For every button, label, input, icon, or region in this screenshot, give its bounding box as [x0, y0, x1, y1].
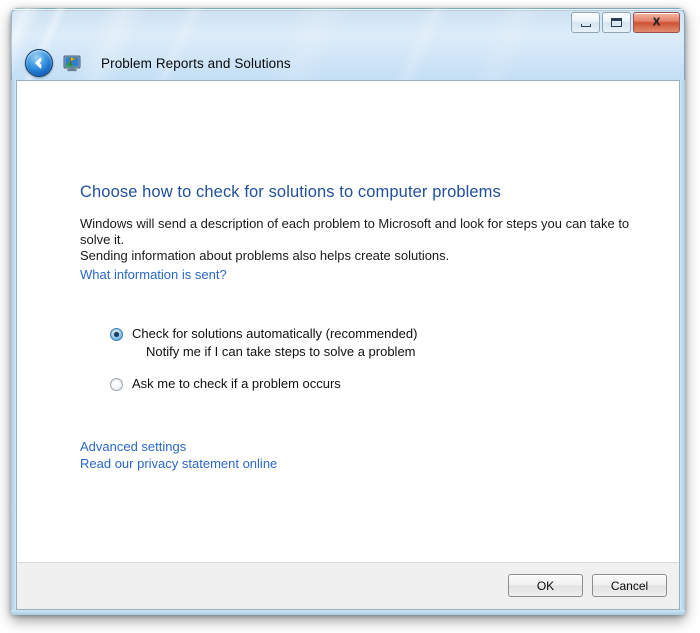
title-bar: Problem Reports and Solutions [11, 42, 685, 84]
back-arrow-icon [35, 57, 42, 69]
dialog-footer: OK Cancel [17, 562, 679, 609]
description-line-2: Sending information about problems also … [80, 248, 450, 263]
minimize-icon [572, 13, 599, 32]
radio-automatic-input[interactable] [110, 328, 123, 341]
close-button[interactable]: X [633, 12, 680, 33]
close-icon: X [652, 16, 661, 28]
window-title: Problem Reports and Solutions [101, 55, 291, 71]
solution-check-radio-group: Check for solutions automatically (recom… [110, 326, 659, 391]
radio-ask-labels: Ask me to check if a problem occurs [132, 376, 341, 391]
back-button[interactable] [25, 49, 53, 77]
radio-automatic-labels: Check for solutions automatically (recom… [132, 326, 417, 359]
problem-reports-monitor-icon [63, 54, 81, 72]
advanced-settings-link[interactable]: Advanced settings [80, 438, 659, 455]
cancel-button[interactable]: Cancel [592, 574, 667, 597]
radio-ask-label[interactable]: Ask me to check if a problem occurs [132, 376, 341, 391]
radio-automatic-label[interactable]: Check for solutions automatically (recom… [132, 326, 417, 341]
minimize-button[interactable] [571, 12, 600, 33]
maximize-button[interactable] [602, 12, 631, 33]
footer-button-group: OK Cancel [508, 574, 667, 597]
description-line-1: Windows will send a description of each … [80, 216, 630, 247]
info-link-row: What information is sent? [80, 266, 659, 284]
content-panel: Choose how to check for solutions to com… [17, 81, 679, 562]
privacy-statement-link[interactable]: Read our privacy statement online [80, 455, 659, 472]
maximize-icon [603, 13, 630, 32]
radio-option-ask[interactable]: Ask me to check if a problem occurs [110, 376, 659, 391]
radio-ask-input[interactable] [110, 378, 123, 391]
screenshot-root: X Problem Reports and Solutions Choose h… [0, 0, 700, 633]
content-inner: Choose how to check for solutions to com… [80, 183, 659, 472]
client-area: Choose how to check for solutions to com… [16, 80, 680, 610]
what-information-is-sent-link[interactable]: What information is sent? [80, 267, 227, 282]
window-frame-right [680, 80, 685, 615]
ok-button[interactable]: OK [508, 574, 583, 597]
radio-option-automatic[interactable]: Check for solutions automatically (recom… [110, 326, 659, 359]
page-title: Choose how to check for solutions to com… [80, 183, 501, 201]
caption-button-group: X [569, 12, 680, 33]
footer-link-group: Advanced settings Read our privacy state… [80, 438, 659, 472]
radio-automatic-sublabel: Notify me if I can take steps to solve a… [146, 344, 416, 359]
glass-top-highlight [12, 9, 684, 10]
window-frame-bottom [11, 610, 685, 615]
dialog-window: X Problem Reports and Solutions Choose h… [11, 8, 685, 615]
